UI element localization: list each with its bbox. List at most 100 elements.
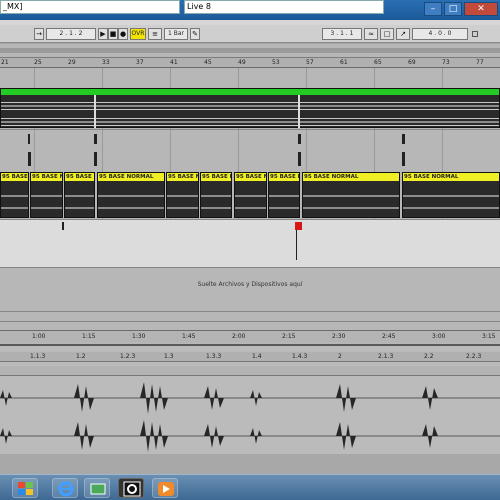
maximize-button[interactable]: □ [444,2,462,16]
midi-track[interactable] [0,220,500,268]
waveform [1,118,499,119]
clip-label: 95 BASE N [65,173,94,181]
waveform [167,195,198,197]
clip-label: 95 BASE NORMAL [98,173,164,181]
close-button[interactable]: ✕ [464,2,498,16]
waveform [403,207,499,209]
audio-clip[interactable]: 95 BASE NORMAL [402,172,500,218]
taskbar [0,474,500,500]
automation-button[interactable]: ≡ [148,28,162,40]
internet-explorer-button[interactable] [52,478,78,498]
waveform [167,207,198,209]
bar-ruler[interactable]: 21 25 29 33 37 41 45 49 53 57 61 65 69 7… [0,58,500,68]
warp-marker-lane[interactable] [0,366,500,376]
sample-waveform[interactable] [0,378,500,454]
play-button[interactable]: ▶ [98,28,108,40]
clip-label: 95 BASE N [235,173,266,181]
quantize-menu[interactable]: 1 Bar [164,28,188,40]
waveform [269,195,299,197]
audio-clip[interactable]: 95 BASE N [0,172,29,218]
time-ruler[interactable]: 1:00 1:15 1:30 1:45 2:00 2:15 2:30 2:45 … [0,330,500,342]
detail-ruler[interactable]: 1.1.3 1.2 1.2.3 1.3 1.3.3 1.4 1.4.3 2 2.… [0,352,500,362]
punch-in-icon[interactable]: □ [380,28,394,40]
beat-label: 2.1.3 [378,353,394,360]
clip-label: 95 BASE N [167,173,198,181]
audio-track-1[interactable] [0,68,500,130]
clip-label: 95 BASE NORMAL [303,173,399,181]
transport-bar: → 2 . 1 . 2 ▶ ■ ● OVR ≡ 1 Bar ✎ 3 . 1 . … [0,25,500,43]
record-marker[interactable] [295,222,302,230]
audio-clip[interactable]: 95 BASE N [268,172,300,218]
ableton-button[interactable] [118,478,144,498]
ableton-icon [123,481,141,497]
beat-label: 1.3.3 [206,353,222,360]
marker [28,134,30,144]
waveform [31,195,62,197]
return-track[interactable] [0,312,500,322]
follow-arrow-button[interactable]: → [34,28,44,40]
start-button[interactable] [12,478,38,498]
bar-label: 57 [306,59,314,66]
media-player-button[interactable] [152,478,178,498]
beat-label: 1.2 [76,353,86,360]
beat-label: 1.1.3 [30,353,46,360]
arrangement-view[interactable]: 95 BASE N 95 BASE N 95 BASE N 95 BASE NO… [0,68,500,344]
bar-label: 21 [1,59,9,66]
time-label: 2:00 [232,333,246,340]
marker [298,152,301,166]
network-icon [90,483,106,495]
clip-label: 95 BASE N [269,173,299,181]
punch-out-icon[interactable]: ↗ [396,28,410,40]
bar-label: 49 [238,59,246,66]
marker [402,134,405,144]
time-label: 1:30 [132,333,146,340]
audio-clip[interactable]: 95 BASE N [30,172,63,218]
bar-label: 73 [442,59,450,66]
beat-label: 1.4.3 [292,353,308,360]
waveform [403,195,499,197]
audio-clip[interactable]: 95 BASE NORMAL [97,172,165,218]
bar-label: 29 [68,59,76,66]
audio-clip[interactable]: 95 BASE NORMAL [302,172,400,218]
bar-label: 53 [272,59,280,66]
audio-clip[interactable]: 95 BASE N [234,172,267,218]
audio-track-2[interactable]: 95 BASE N 95 BASE N 95 BASE N 95 BASE NO… [0,170,500,220]
title-bar: _MX] Live 8 – □ ✕ [0,0,500,20]
drop-zone[interactable]: Suelte Archivos y Dispositivos aquí [0,270,500,300]
stop-button[interactable]: ■ [108,28,118,40]
transient-marker [94,95,96,128]
master-track[interactable] [0,302,500,312]
time-label: 3:00 [432,333,446,340]
beat-label: 2.2.3 [466,353,482,360]
waveform [235,195,266,197]
loop-length-display[interactable]: 4 . 0 . 0 [412,28,468,40]
audio-clip[interactable]: 95 BASE N [200,172,232,218]
window-title: Live 8 [187,2,211,11]
waveform [201,195,231,197]
time-label: 2:45 [382,333,396,340]
record-button[interactable]: ● [118,28,128,40]
clip-label: 95 BASE N [201,173,231,181]
song-position-display[interactable]: 2 . 1 . 2 [46,28,96,40]
left-window-caption: _MX] [0,0,180,14]
clip-detail-view[interactable]: 1.1.3 1.2 1.2.3 1.3 1.3.3 1.4 1.4.3 2 2.… [0,344,500,454]
minimize-button[interactable]: – [424,2,442,16]
arrangement-overview[interactable] [0,44,500,58]
audio-clip[interactable]: 95 BASE N [166,172,199,218]
bar-label: 25 [34,59,42,66]
loop-switch-icon[interactable]: ≈ [364,28,378,40]
loop-start-display[interactable]: 3 . 1 . 1 [322,28,362,40]
bar-label: 45 [204,59,212,66]
network-button[interactable] [84,478,110,498]
time-label: 1:45 [182,333,196,340]
draw-mode-icon[interactable]: ✎ [190,28,200,40]
waveform [1,207,28,209]
overview-strip [0,48,500,53]
waveform [303,207,399,209]
audio-clip[interactable] [0,88,500,128]
bar-label: 37 [136,59,144,66]
marker [94,152,97,166]
time-label: 2:15 [282,333,296,340]
overdub-button[interactable]: OVR [130,28,146,40]
audio-clip[interactable]: 95 BASE N [64,172,95,218]
